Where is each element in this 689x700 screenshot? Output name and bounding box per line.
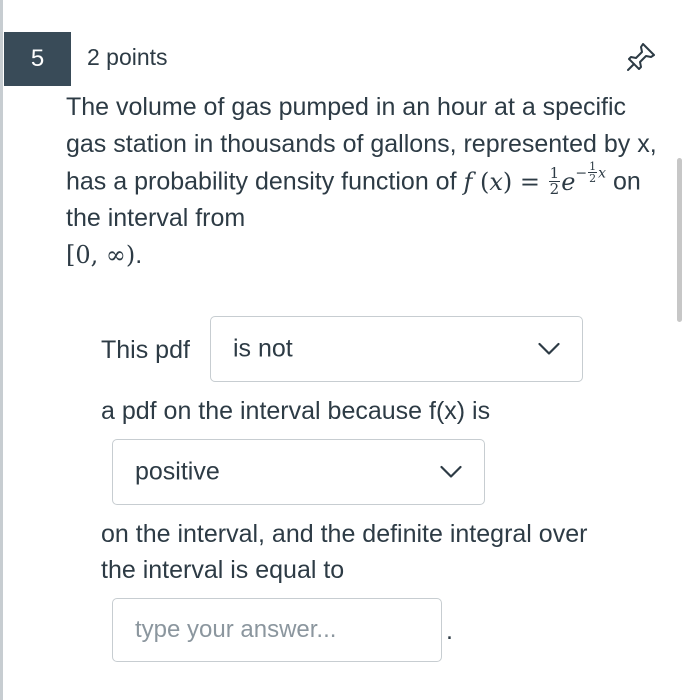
scrollbar-thumb[interactable] bbox=[677, 158, 682, 322]
fraction-denominator: 2 bbox=[549, 179, 560, 198]
question-text: The volume of gas pumped in an hour at a… bbox=[66, 89, 666, 273]
quiz-question-page: 5 2 points The volume of gas pumped in a… bbox=[0, 0, 689, 700]
function-sign-selected: positive bbox=[135, 457, 220, 486]
chevron-down-icon bbox=[538, 342, 560, 355]
exponent-x: x bbox=[598, 165, 607, 182]
pdf-status-dropdown[interactable]: is not bbox=[210, 316, 583, 382]
pdf-status-selected: is not bbox=[233, 334, 293, 363]
interval: [0, ∞) bbox=[66, 240, 136, 269]
answer-input[interactable] bbox=[112, 598, 442, 662]
interval-end: . bbox=[135, 240, 143, 269]
pin-icon[interactable] bbox=[624, 40, 658, 74]
chevron-down-icon bbox=[440, 465, 462, 478]
exponent-denominator: 2 bbox=[589, 172, 597, 185]
sentence-reason: a pdf on the interval because f(x) is bbox=[101, 397, 491, 425]
math-fraction: 12 bbox=[548, 165, 561, 198]
math-open-paren: ( bbox=[480, 167, 490, 196]
math-e: e bbox=[561, 167, 576, 196]
math-close-equals: ) = bbox=[502, 167, 541, 196]
dropdown1-prefix-label: This pdf bbox=[101, 336, 190, 364]
question-points: 2 points bbox=[87, 44, 168, 70]
question-left-border bbox=[0, 0, 3, 700]
exponent-fraction: 12 bbox=[588, 161, 598, 185]
math-x: x bbox=[489, 167, 503, 196]
math-exponent: −1 2 x bbox=[575, 161, 607, 185]
exponent-minus: − bbox=[575, 165, 588, 182]
question-number-badge: 5 bbox=[4, 32, 71, 86]
pdf-formula: f (x) = 1 2 e− 1 2 x bbox=[463, 161, 606, 198]
math-f: f bbox=[463, 167, 473, 196]
answer-suffix: . bbox=[446, 617, 453, 645]
question-number: 5 bbox=[30, 45, 45, 72]
sentence-integral: on the interval, and the definite integr… bbox=[101, 520, 588, 584]
function-sign-dropdown[interactable]: positive bbox=[112, 439, 485, 505]
